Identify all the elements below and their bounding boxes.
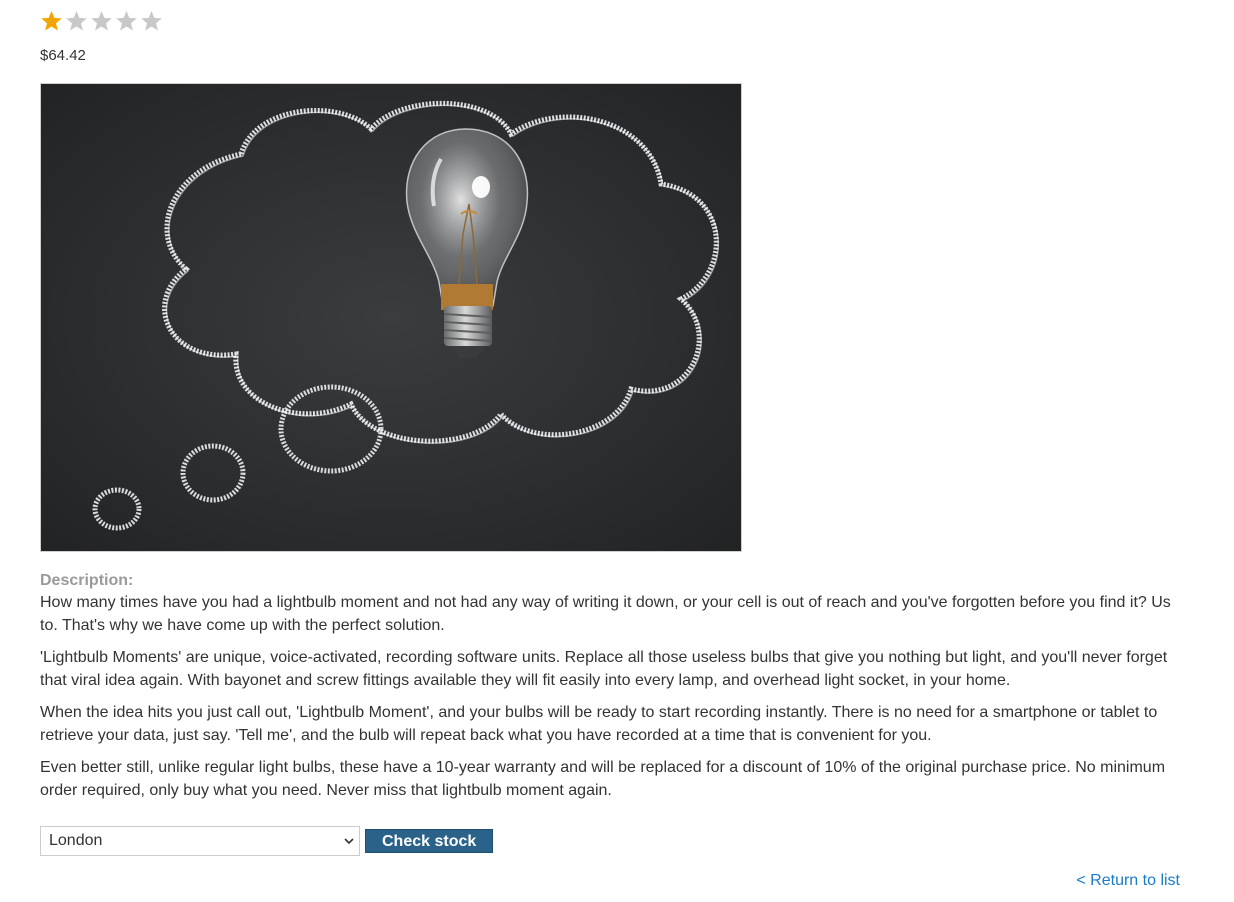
chevron-down-icon xyxy=(343,827,355,855)
product-image xyxy=(40,83,742,552)
description-label: Description: xyxy=(40,572,134,589)
product-price: $64.42 xyxy=(40,47,86,64)
return-to-list-link[interactable]: < Return to list xyxy=(1076,871,1180,891)
check-stock-button[interactable]: Check stock xyxy=(365,829,494,853)
store-select-value: London xyxy=(49,832,103,849)
star-rating xyxy=(40,10,165,36)
star-icon xyxy=(65,10,90,34)
star-icon xyxy=(140,10,165,34)
description-paragraph: When the idea hits you just call out, 'L… xyxy=(40,704,1158,744)
description-body: How many times have you had a lightbulb … xyxy=(40,592,1180,812)
description-paragraph: Even better still, unlike regular light … xyxy=(40,759,1166,799)
star-icon xyxy=(40,10,65,34)
description-paragraph: How many times have you had a lightbulb … xyxy=(40,594,1171,634)
stock-check-row: London Check stock xyxy=(40,826,494,856)
store-select[interactable]: London xyxy=(40,826,360,856)
star-icon xyxy=(90,10,115,34)
description-paragraph: 'Lightbulb Moments' are unique, voice-ac… xyxy=(40,649,1168,689)
star-icon xyxy=(115,10,140,34)
lightbulb-chalk-illustration xyxy=(41,84,741,551)
